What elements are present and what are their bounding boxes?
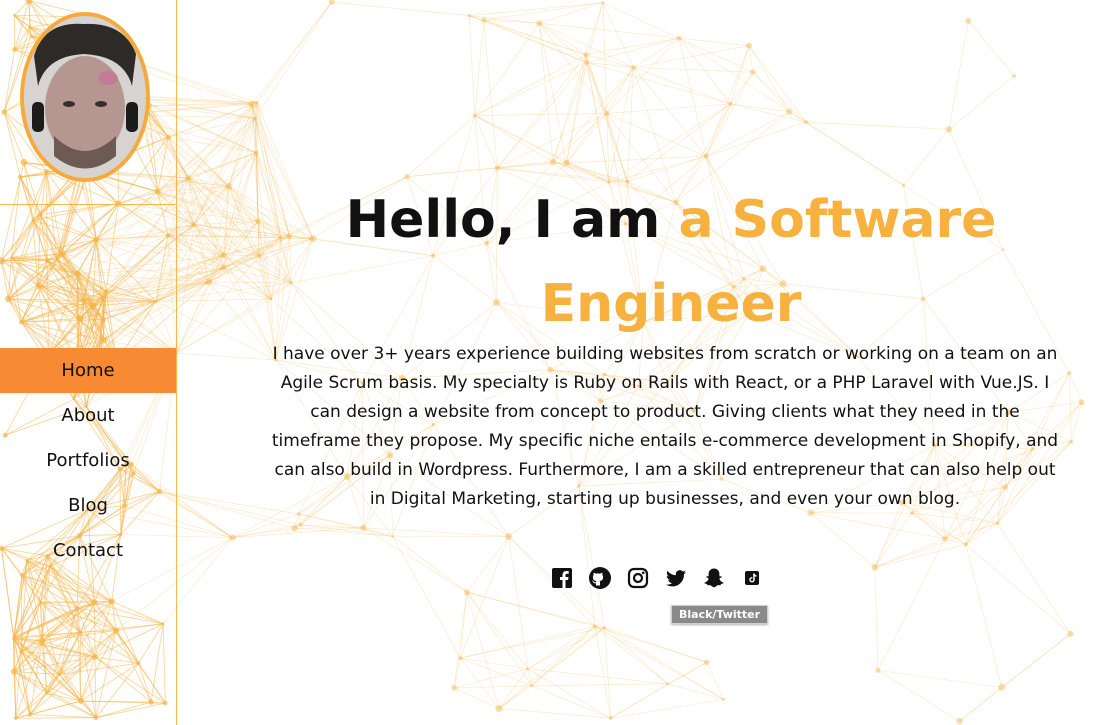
- twitter-icon[interactable]: [664, 566, 688, 590]
- hero-role-line2: Engineer: [540, 274, 802, 334]
- avatar: [20, 12, 150, 182]
- twitter-tooltip: Black/Twitter: [671, 605, 769, 624]
- github-icon[interactable]: [588, 566, 612, 590]
- nav-item-blog[interactable]: Blog: [0, 483, 176, 528]
- nav-item-portfolios[interactable]: Portfolios: [0, 438, 176, 483]
- hero-greeting: Hello, I am: [345, 190, 661, 250]
- social-links: [550, 566, 770, 590]
- tiktok-icon[interactable]: [740, 566, 764, 590]
- sidebar: Home About Portfolios Blog Contact: [0, 0, 177, 725]
- main-nav: Home About Portfolios Blog Contact: [0, 348, 176, 573]
- avatar-section: [0, 0, 176, 205]
- nav-item-home[interactable]: Home: [0, 348, 176, 393]
- facebook-icon[interactable]: [550, 566, 574, 590]
- snapchat-icon[interactable]: [702, 566, 726, 590]
- nav-item-contact[interactable]: Contact: [0, 528, 176, 573]
- hero-bio: I have over 3+ years experience building…: [271, 344, 1059, 509]
- nav-item-about[interactable]: About: [0, 393, 176, 438]
- instagram-icon[interactable]: [626, 566, 650, 590]
- hero-role-line1: a Software: [678, 190, 997, 250]
- main-content: Hello, I am a Software Engineer I have o…: [176, 0, 1107, 725]
- hero-headline: Hello, I am a Software Engineer: [326, 178, 1016, 346]
